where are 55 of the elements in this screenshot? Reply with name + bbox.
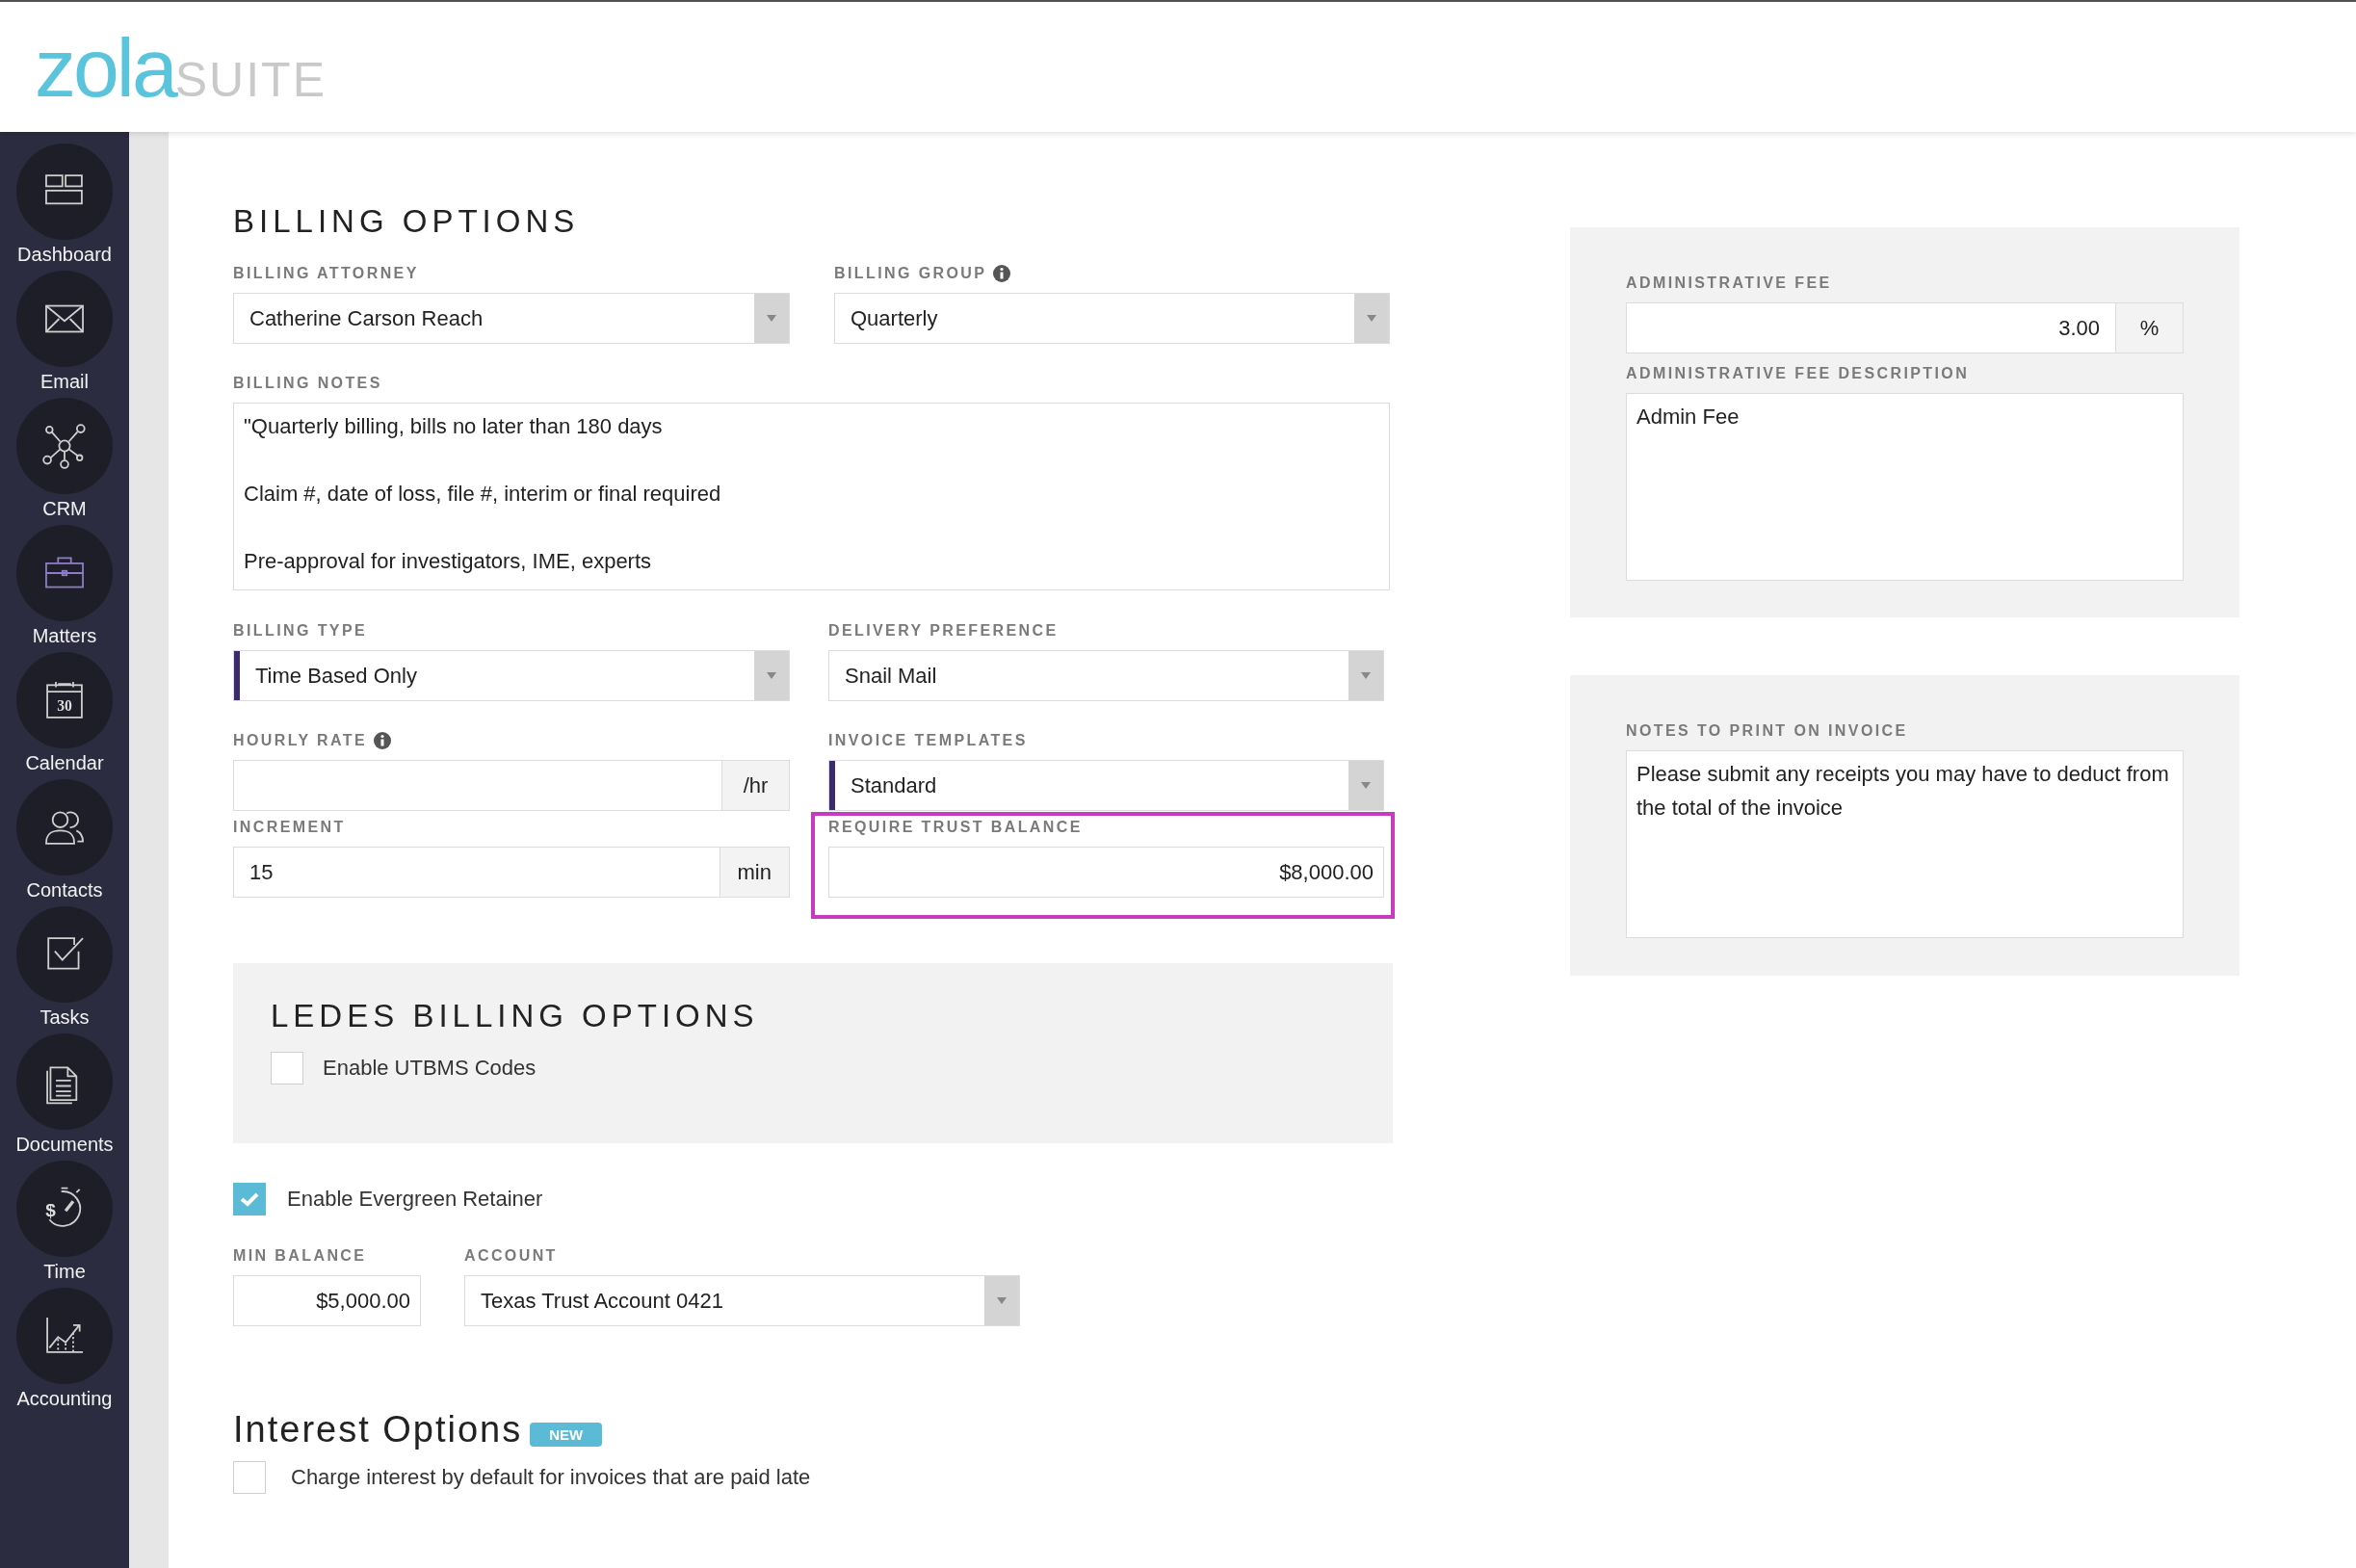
caret-icon (997, 1297, 1007, 1304)
checkbox-label: Charge interest by default for invoices that are paid late (291, 1465, 811, 1490)
field-label: ACCOUNT (464, 1246, 558, 1266)
field-label: REQUIRE TRUST BALANCE (828, 818, 1083, 837)
text-field[interactable]: $8,000.00 (828, 847, 1384, 898)
field-label: BILLING TYPE (233, 621, 368, 640)
field-label: HOURLY RATE (233, 731, 367, 750)
dropdown-button[interactable] (754, 651, 789, 700)
field-label: BILLING NOTES (233, 374, 382, 393)
field-label: INCREMENT (233, 818, 346, 837)
text-field[interactable]: 15 (233, 847, 720, 898)
field-label: BILLING ATTORNEY (233, 264, 419, 283)
logo: zolaSUITE (35, 25, 327, 109)
dropdown-button[interactable] (1348, 651, 1383, 700)
text-area[interactable]: "Quarterly billing, bills no later than 180 days Claim #, date of loss, file #, interim or final required Pre-approval for investigators, IME, experts (233, 403, 1390, 590)
dropdown-button[interactable] (754, 294, 789, 343)
caret-icon (767, 315, 776, 322)
checkbox-label: Enable Evergreen Retainer (287, 1187, 543, 1212)
text-area[interactable]: Admin Fee (1626, 393, 2184, 581)
section-title: BILLING OPTIONS (233, 202, 581, 241)
dropdown-button[interactable] (1348, 761, 1383, 810)
checkbox-label: Enable UTBMS Codes (323, 1056, 537, 1081)
unit-label: /hr (722, 760, 790, 811)
dropdown-button[interactable] (1354, 294, 1389, 343)
section-title: LEDES BILLING OPTIONS (271, 997, 760, 1035)
caret-icon (1361, 672, 1371, 679)
field-label: INVOICE TEMPLATES (828, 731, 1028, 750)
select-field[interactable]: Time Based Only (233, 650, 790, 701)
new-badge: NEW (530, 1422, 603, 1447)
text-field[interactable]: 3.00 (1626, 302, 2116, 353)
select-field[interactable]: Texas Trust Account 0421 (464, 1275, 1020, 1326)
select-field[interactable]: Standard (828, 760, 1384, 811)
checkbox[interactable] (233, 1461, 266, 1494)
checkbox[interactable] (233, 1183, 266, 1215)
text-area[interactable]: Please submit any receipts you may have to deduct from the total of the invoice (1626, 750, 2184, 938)
select-field[interactable]: Quarterly (834, 293, 1390, 344)
text-field[interactable] (233, 760, 722, 811)
field-label: DELIVERY PREFERENCE (828, 621, 1059, 640)
check-icon (240, 1191, 259, 1207)
field-label: ADMINISTRATIVE FEE DESCRIPTION (1626, 364, 1970, 383)
field-label: BILLING GROUP (834, 264, 987, 283)
field-label: MIN BALANCE (233, 1246, 367, 1266)
dropdown-button[interactable] (984, 1276, 1019, 1325)
select-field[interactable]: Catherine Carson Reach (233, 293, 790, 344)
text-field[interactable]: $5,000.00 (233, 1275, 421, 1326)
select-field[interactable]: Snail Mail (828, 650, 1384, 701)
unit-label: min (720, 847, 790, 898)
caret-icon (767, 672, 776, 679)
field-label: NOTES TO PRINT ON INVOICE (1626, 721, 1908, 741)
field-label: ADMINISTRATIVE FEE (1626, 274, 1832, 293)
checkbox[interactable] (271, 1052, 303, 1085)
unit-label: % (2116, 302, 2184, 353)
caret-icon (1361, 782, 1371, 789)
caret-icon (1367, 315, 1376, 322)
section-title: Interest Options (233, 1408, 523, 1451)
